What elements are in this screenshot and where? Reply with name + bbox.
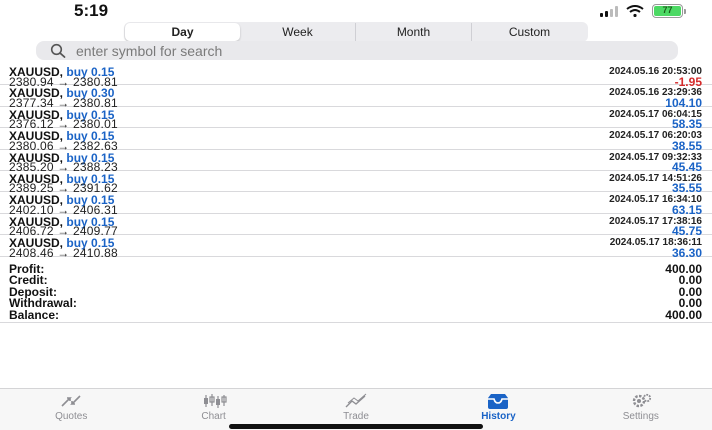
status-icons: 77 bbox=[600, 4, 686, 18]
tab-month[interactable]: Month bbox=[356, 23, 472, 41]
settings-icon bbox=[632, 393, 651, 408]
history-icon bbox=[488, 394, 509, 409]
trade-history-list: XAUUSD, buy 0.15 2380.94 → 2380.81 2024.… bbox=[0, 64, 712, 260]
trade-row[interactable]: XAUUSD, buy 0.15 2389.25 → 2391.62 2024.… bbox=[0, 171, 712, 195]
tabbar-label: History bbox=[481, 411, 516, 422]
tabbar-label: Trade bbox=[343, 411, 369, 422]
summary-credit: Credit: 0.00 bbox=[0, 274, 712, 286]
search-bar[interactable] bbox=[36, 41, 678, 60]
summary-label: Balance: bbox=[9, 307, 60, 322]
tabbar-label: Settings bbox=[622, 411, 659, 422]
trade-row[interactable]: XAUUSD, buy 0.15 2376.12 → 2380.01 2024.… bbox=[0, 107, 712, 131]
chart-icon bbox=[203, 394, 227, 408]
signal-icon bbox=[600, 5, 618, 17]
trade-row[interactable]: XAUUSD, buy 0.15 2408.46 → 2410.88 2024.… bbox=[0, 235, 712, 260]
tabbar-quotes[interactable]: Quotes bbox=[0, 389, 142, 430]
search-input[interactable] bbox=[76, 42, 656, 59]
trade-row[interactable]: XAUUSD, buy 0.15 2385.20 → 2388.23 2024.… bbox=[0, 150, 712, 174]
trade-row[interactable]: XAUUSD, buy 0.15 2380.06 → 2382.63 2024.… bbox=[0, 128, 712, 153]
tab-custom[interactable]: Custom bbox=[472, 23, 587, 41]
summary-deposit: Deposit: 0.00 bbox=[0, 286, 712, 298]
trade-row[interactable]: XAUUSD, buy 0.30 2377.34 → 2380.81 2024.… bbox=[0, 85, 712, 110]
trade-row[interactable]: XAUUSD, buy 0.15 2380.94 → 2380.81 2024.… bbox=[0, 64, 712, 89]
trade-icon bbox=[345, 393, 367, 408]
tab-day[interactable]: Day bbox=[125, 23, 240, 41]
home-indicator bbox=[229, 424, 483, 429]
period-segmented-control: Day Week Month Custom bbox=[124, 22, 588, 42]
summary-withdrawal: Withdrawal: 0.00 bbox=[0, 297, 712, 309]
status-bar: 5:19 77 bbox=[0, 0, 712, 20]
tabbar-settings[interactable]: Settings bbox=[570, 389, 712, 430]
tabbar-label: Chart bbox=[201, 411, 226, 422]
summary-profit: Profit: 400.00 bbox=[0, 263, 712, 275]
quotes-icon bbox=[61, 395, 81, 407]
status-time: 5:19 bbox=[74, 1, 109, 20]
trade-prices: 2408.46 → 2410.88 bbox=[9, 245, 118, 260]
trade-row[interactable]: XAUUSD, buy 0.15 2406.72 → 2409.77 2024.… bbox=[0, 214, 712, 238]
account-summary: Profit: 400.00 Credit: 0.00 Deposit: 0.0… bbox=[0, 263, 712, 323]
search-icon bbox=[50, 43, 66, 58]
trade-row[interactable]: XAUUSD, buy 0.15 2402.10 → 2406.31 2024.… bbox=[0, 192, 712, 217]
tabbar-label: Quotes bbox=[55, 411, 88, 422]
wifi-icon bbox=[626, 5, 644, 17]
battery-icon: 77 bbox=[652, 4, 686, 18]
battery-level: 77 bbox=[654, 6, 681, 16]
trade-profit: 36.30 bbox=[671, 245, 702, 260]
summary-balance: Balance: 400.00 bbox=[0, 307, 712, 322]
summary-value: 400.00 bbox=[665, 307, 702, 322]
tab-week[interactable]: Week bbox=[240, 23, 356, 41]
